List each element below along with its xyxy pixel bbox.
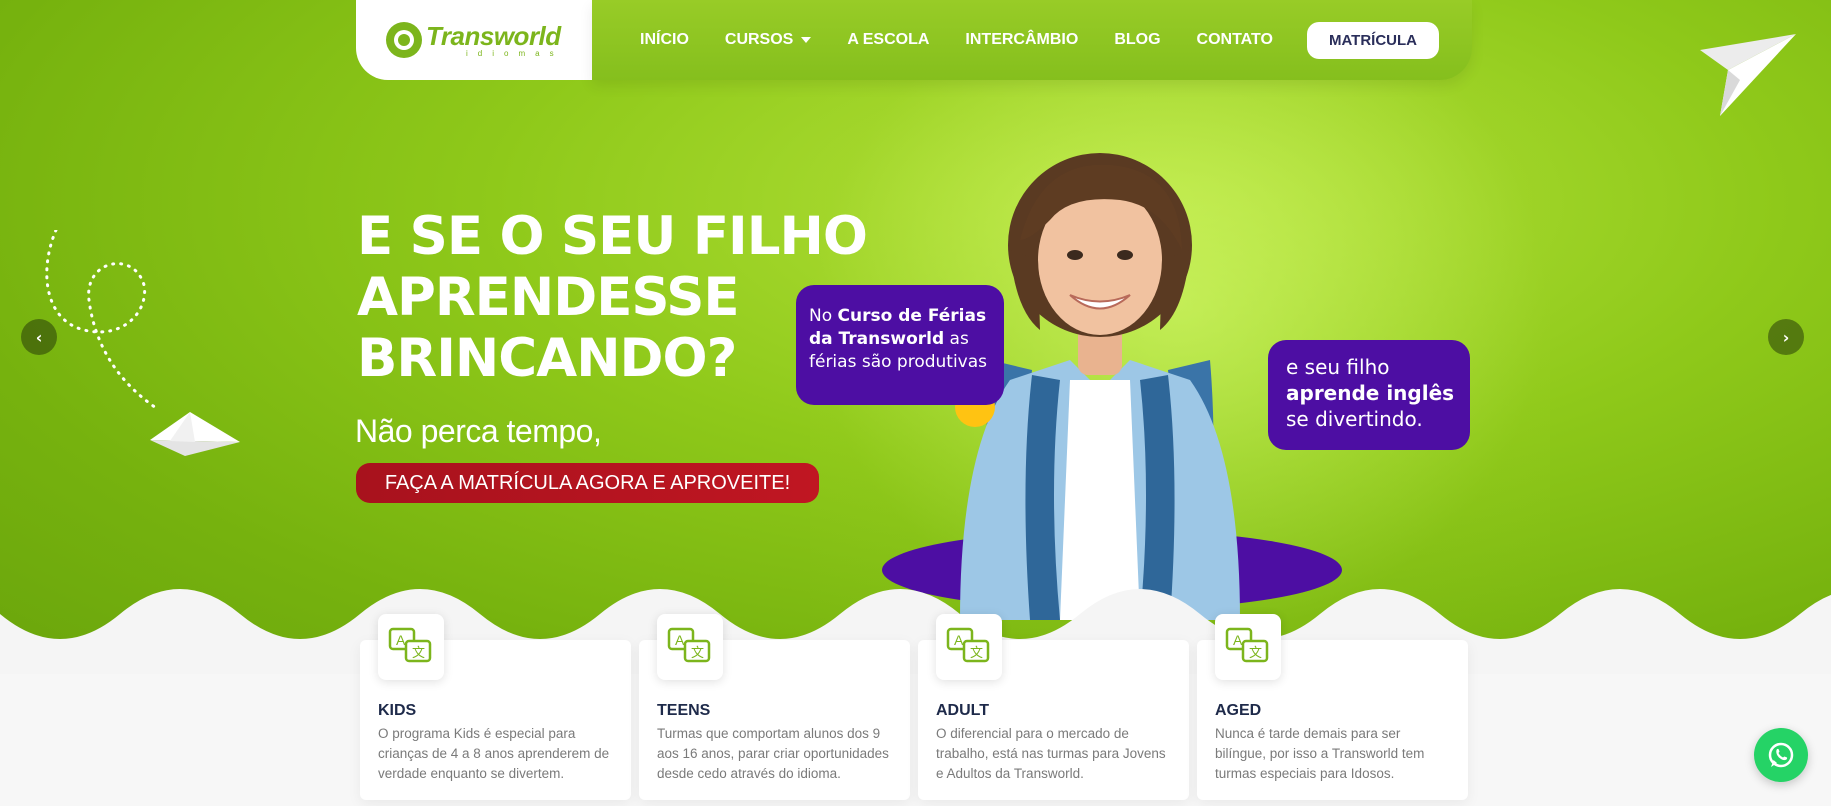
wave-divider [0, 589, 1831, 674]
chevron-left-icon: ‹ [35, 327, 43, 347]
svg-text:文: 文 [412, 646, 425, 661]
card-title: ADULT [936, 702, 990, 719]
nav-item-contato[interactable]: CONTATO [1197, 31, 1273, 49]
svg-text:A: A [1233, 632, 1243, 648]
carousel-prev-button[interactable]: ‹ [21, 319, 57, 355]
nav-label: A ESCOLA [847, 31, 930, 48]
main-menu: INÍCIO CURSOS A ESCOLA INTERCÂMBIO BLOG … [592, 0, 1472, 80]
carousel-next-button[interactable]: › [1768, 319, 1804, 355]
bubble-text: se divertindo. [1286, 407, 1423, 431]
logo-text: Transworld [426, 20, 561, 51]
card-title: TEENS [657, 702, 711, 719]
card-description: Turmas que comportam alunos dos 9 aos 16… [657, 726, 889, 781]
nav-label: CURSOS [724, 31, 794, 48]
translate-icon: A文 [1215, 614, 1281, 680]
enroll-now-button[interactable]: FAÇA A MATRÍCULA AGORA E APROVEITE! [356, 463, 819, 503]
bubble-text: e seu filho [1286, 355, 1390, 379]
nav-item-a-escola[interactable]: A ESCOLA [847, 31, 929, 49]
logo[interactable]: Transworld idiomas [356, 0, 592, 80]
headline-line: E SE O SEU FILHO [357, 206, 868, 267]
hero-headline: E SE O SEU FILHO APRENDESSE BRINCANDO? [357, 206, 877, 389]
nav-label: INÍCIO [640, 31, 689, 48]
card-title: AGED [1215, 702, 1262, 719]
whatsapp-icon [1768, 742, 1794, 768]
course-card-aged[interactable]: A文 AGED Nunca é tarde demais para ser bi… [1197, 614, 1468, 800]
matricula-button[interactable]: MATRÍCULA [1306, 21, 1440, 59]
translate-icon: A文 [657, 614, 723, 680]
logo-subtext: idiomas [466, 48, 564, 58]
svg-text:文: 文 [970, 646, 983, 661]
hero-subline: Não perca tempo, [355, 413, 602, 449]
nav-item-inicio[interactable]: INÍCIO [640, 31, 689, 49]
card-description: Nunca é tarde demais para ser bilíngue, … [1215, 726, 1425, 781]
svg-text:文: 文 [691, 646, 704, 661]
paper-plane-icon [150, 412, 240, 456]
card-description: O programa Kids é especial para crianças… [378, 726, 610, 781]
top-navbar: Transworld idiomas INÍCIO CURSOS A ESCOL… [356, 0, 1472, 80]
course-card-adult[interactable]: A文 ADULT O diferencial para o mercado de… [918, 614, 1189, 800]
translate-icon: A文 [936, 614, 1002, 680]
whatsapp-button[interactable] [1754, 728, 1808, 782]
nav-label: INTERCÂMBIO [965, 31, 1079, 48]
nav-item-intercambio[interactable]: INTERCÂMBIO [965, 31, 1078, 49]
dotted-path-decoration [45, 230, 161, 412]
bubble-bold-text: aprende inglês [1286, 381, 1455, 405]
card-description: O diferencial para o mercado de trabalho… [936, 726, 1166, 781]
course-card-teens[interactable]: A文 TEENS Turmas que comportam alunos dos… [639, 614, 910, 800]
nav-item-cursos[interactable]: CURSOS [724, 31, 812, 49]
speech-bubble-learn: e seu filho aprende inglês se divertindo… [1268, 340, 1470, 450]
caret-down-icon [801, 37, 812, 43]
svg-text:A: A [675, 632, 685, 648]
hero-banner: No Curso de Férias da Transworld as féri… [0, 0, 1831, 674]
headline-line: APRENDESSE [357, 267, 740, 328]
nav-label: BLOG [1114, 31, 1161, 48]
svg-text:A: A [396, 632, 406, 648]
nav-item-blog[interactable]: BLOG [1114, 31, 1160, 49]
headline-line: BRINCANDO? [357, 328, 737, 389]
translate-icon: A文 [378, 614, 444, 680]
nav-label: CONTATO [1196, 31, 1273, 48]
course-card-kids[interactable]: A文 KIDS O programa Kids é especial para … [360, 614, 631, 800]
svg-text:A: A [954, 632, 964, 648]
globe-icon [386, 22, 422, 58]
paper-plane-icon [1700, 34, 1796, 116]
svg-text:文: 文 [1249, 646, 1262, 661]
card-title: KIDS [378, 702, 417, 719]
chevron-right-icon: › [1782, 327, 1790, 347]
